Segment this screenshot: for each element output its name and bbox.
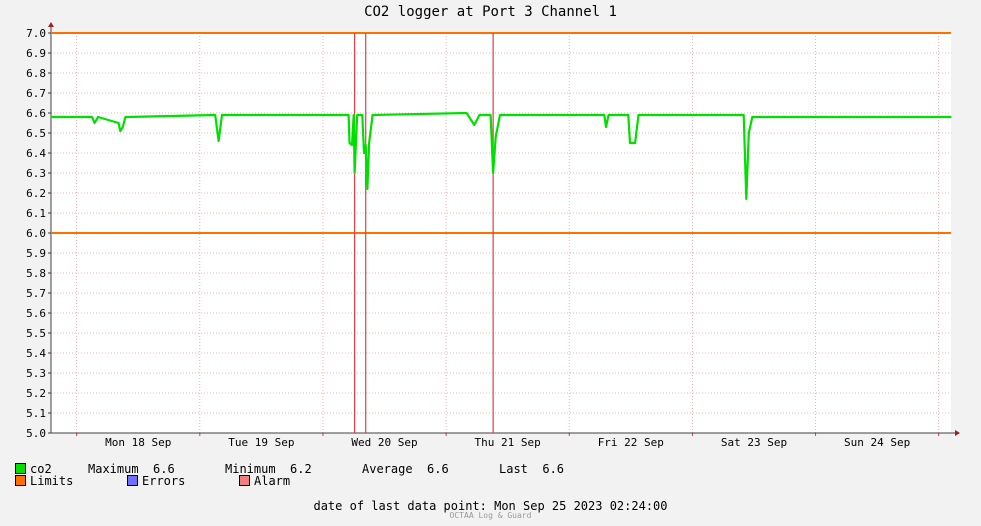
data-point — [751, 116, 754, 118]
chart-page: CO2 logger at Port 3 Channel 1 7.0 6.9 6.8… — [0, 0, 981, 526]
data-point — [366, 188, 369, 190]
data-point — [363, 152, 365, 154]
y-tick-label: 6.9 — [26, 47, 46, 60]
data-point — [124, 116, 127, 118]
x-tick-label: Fri 22 Sep — [598, 436, 664, 449]
data-point — [364, 144, 367, 146]
x-tick-label: Tue 19 Sep — [228, 436, 294, 449]
data-point — [603, 114, 606, 116]
data-point — [489, 114, 492, 116]
x-tick-label: Mon 18 Sep — [105, 436, 171, 449]
x-tick-label: Sat 23 Sep — [721, 436, 787, 449]
data-point — [97, 116, 99, 118]
data-point — [353, 172, 356, 174]
data-point — [492, 172, 494, 174]
data-point — [371, 114, 374, 116]
legend-average: Average 6.6 — [362, 462, 449, 476]
y-tick-label: 5.8 — [26, 267, 46, 280]
legend-last-label: Last — [499, 462, 528, 476]
legend-average-value: 6.6 — [427, 462, 449, 476]
y-tick-label: 5.6 — [26, 307, 46, 320]
legend-swatch-co2 — [15, 463, 26, 474]
data-point — [465, 112, 468, 114]
legend-alarm-label: Alarm — [254, 474, 291, 488]
data-point — [368, 142, 370, 144]
data-point — [637, 114, 640, 116]
data-point — [499, 114, 501, 116]
data-point — [91, 116, 93, 118]
legend-average-label: Average — [362, 462, 413, 476]
legend-alarm: Alarm — [239, 474, 290, 488]
data-point — [745, 198, 748, 200]
y-tick-label: 6.8 — [26, 67, 46, 80]
y-tick-label: 6.1 — [26, 207, 46, 220]
legend-errors: Errors — [127, 474, 185, 488]
data-point — [352, 114, 355, 116]
data-point — [217, 140, 220, 142]
legend-limits-label: Limits — [30, 474, 74, 488]
data-point — [629, 142, 631, 144]
data-point — [361, 114, 364, 116]
data-point — [478, 114, 481, 116]
data-point — [348, 142, 351, 144]
x-tick-label: Sun 24 Sep — [844, 436, 910, 449]
y-axis-arrow — [48, 22, 54, 27]
data-point — [627, 114, 630, 116]
credit-text: OCTAA Log & Guard — [449, 511, 532, 520]
y-tick-label: 6.2 — [26, 187, 46, 200]
data-point — [93, 122, 96, 124]
legend-errors-label: Errors — [142, 474, 186, 488]
data-point — [122, 126, 124, 128]
data-point — [356, 114, 358, 116]
data-point — [473, 124, 476, 126]
y-tick-label: 5.2 — [26, 387, 46, 400]
data-point — [950, 116, 952, 118]
legend-swatch-errors — [127, 475, 138, 486]
data-point — [634, 142, 636, 144]
data-point — [347, 114, 350, 116]
legend-swatch-alarm — [239, 475, 250, 486]
y-tick-label: 6.5 — [26, 127, 46, 140]
data-point — [742, 114, 745, 116]
y-tick-label: 5.7 — [26, 287, 46, 300]
y-tick-label: 6.0 — [26, 227, 46, 240]
data-point — [221, 114, 223, 116]
data-point — [605, 126, 607, 128]
y-tick-label: 6.7 — [26, 87, 46, 100]
data-point — [214, 114, 216, 116]
x-tick-label: Wed 20 Sep — [351, 436, 417, 449]
y-tick-label: 5.0 — [26, 427, 46, 440]
chart-svg: 7.0 6.9 6.8 6.7 6.6 6.5 6.4 6.3 6.2 6.1 6.0 5.9 5.8 5… — [26, 22, 960, 449]
data-point — [748, 132, 750, 134]
x-axis-arrow — [955, 430, 960, 436]
data-point — [119, 130, 122, 132]
data-point — [351, 144, 353, 146]
y-tick-label: 6.4 — [26, 147, 46, 160]
y-tick-label: 5.5 — [26, 327, 46, 340]
y-tick-label: 6.6 — [26, 107, 46, 120]
legend-limits: Limits — [15, 474, 73, 488]
y-tick-label: 7.0 — [26, 27, 46, 40]
legend-minimum-value: 6.2 — [290, 462, 312, 476]
x-tick-label: Thu 21 Sep — [475, 436, 541, 449]
data-point — [117, 122, 120, 124]
data-point — [50, 116, 52, 118]
data-point — [494, 136, 497, 138]
legend-last-value: 6.6 — [542, 462, 565, 476]
legend-swatch-limits — [15, 475, 26, 486]
legend-last: Last 6.6 — [499, 462, 564, 476]
y-tick-label: 5.1 — [26, 407, 46, 420]
y-tick-label: 5.3 — [26, 367, 46, 380]
y-tick-label: 5.9 — [26, 247, 46, 260]
y-tick-label: 6.3 — [26, 167, 46, 180]
data-point — [607, 114, 610, 116]
y-tick-label: 5.4 — [26, 347, 46, 360]
